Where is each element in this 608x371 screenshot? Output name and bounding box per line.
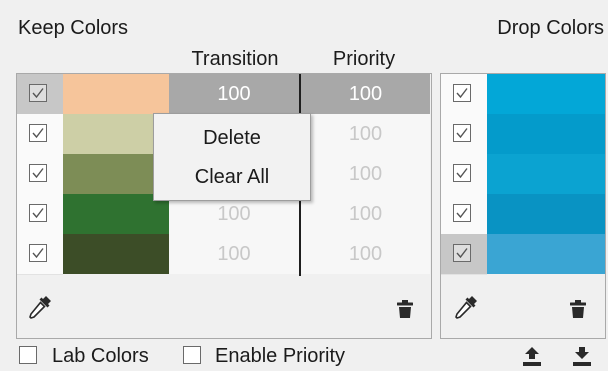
export-icon [573,347,591,366]
keep-eyedropper-button[interactable] [25,292,55,322]
checkmark-icon [456,128,468,139]
priority-value[interactable]: 100 [301,194,430,234]
checkmark-icon [456,208,468,219]
priority-value[interactable]: 100 [301,114,430,154]
keep-row-check-cell [17,154,63,195]
drop-row-checkbox[interactable] [453,164,471,182]
drop-row-check-cell [441,234,487,275]
color-range-dialog: Keep Colors Drop Colors Transition Prior… [0,0,608,371]
enable-priority-label[interactable]: Enable Priority [215,344,345,368]
drop-color-swatch[interactable] [487,74,605,114]
keep-row-check-cell [17,194,63,235]
checkmark-icon [32,208,44,219]
keep-row-check-cell [17,234,63,275]
menu-item-delete[interactable]: Delete [154,120,310,156]
priority-value[interactable]: 100 [301,234,430,274]
eyedropper-icon [29,296,51,319]
transition-column-header: Transition [191,48,279,70]
drop-color-row[interactable] [441,114,605,155]
drop-row-check-cell [441,194,487,235]
keep-row-checkbox[interactable] [29,244,47,262]
menu-item-clear-all[interactable]: Clear All [154,159,310,195]
enable-priority-checkbox[interactable] [183,346,201,364]
checkmark-icon [456,88,468,99]
keep-row-checkbox[interactable] [29,124,47,142]
drop-row-checkbox[interactable] [453,124,471,142]
drop-color-swatch[interactable] [487,114,605,154]
drop-delete-button[interactable] [563,294,593,324]
export-button[interactable] [571,345,593,369]
keep-row-checkbox[interactable] [29,164,47,182]
keep-color-swatch[interactable] [63,74,169,114]
drop-row-check-cell [441,74,487,115]
checkmark-icon [32,88,44,99]
keep-color-row[interactable]: 100 100 [17,74,430,115]
context-menu: Delete Clear All [153,113,311,201]
keep-row-check-cell [17,114,63,155]
drop-color-swatch[interactable] [487,154,605,194]
lab-colors-label[interactable]: Lab Colors [52,344,149,368]
checkmark-icon [456,248,468,259]
drop-color-swatch[interactable] [487,234,605,274]
checkmark-icon [456,168,468,179]
lab-colors-checkbox[interactable] [19,346,37,364]
trash-icon [570,300,586,318]
drop-row-check-cell [441,114,487,155]
checkmark-icon [32,248,44,259]
priority-value[interactable]: 100 [301,74,430,114]
checkmark-icon [32,168,44,179]
drop-color-row[interactable] [441,234,605,275]
keep-row-checkbox[interactable] [29,84,47,102]
drop-colors-panel [440,73,606,339]
drop-row-checkbox[interactable] [453,84,471,102]
priority-value[interactable]: 100 [301,154,430,194]
transition-value[interactable]: 100 [169,74,299,114]
keep-row-check-cell [17,74,63,115]
keep-color-swatch[interactable] [63,234,169,274]
keep-color-row[interactable]: 100 100 [17,234,430,275]
keep-delete-button[interactable] [390,294,420,324]
drop-color-row[interactable] [441,154,605,195]
drop-eyedropper-button[interactable] [451,292,481,322]
import-icon [523,347,541,366]
import-button[interactable] [521,345,543,369]
trash-icon [397,300,413,318]
keep-row-checkbox[interactable] [29,204,47,222]
drop-colors-title: Drop Colors [497,17,604,39]
keep-colors-title: Keep Colors [18,17,129,39]
eyedropper-icon [455,296,477,319]
transition-value[interactable]: 100 [169,234,299,274]
drop-row-check-cell [441,154,487,195]
drop-color-swatch[interactable] [487,194,605,234]
drop-color-row[interactable] [441,194,605,235]
checkmark-icon [32,128,44,139]
drop-row-checkbox[interactable] [453,244,471,262]
drop-row-checkbox[interactable] [453,204,471,222]
drop-color-row[interactable] [441,74,605,115]
priority-column-header: Priority [332,48,396,70]
